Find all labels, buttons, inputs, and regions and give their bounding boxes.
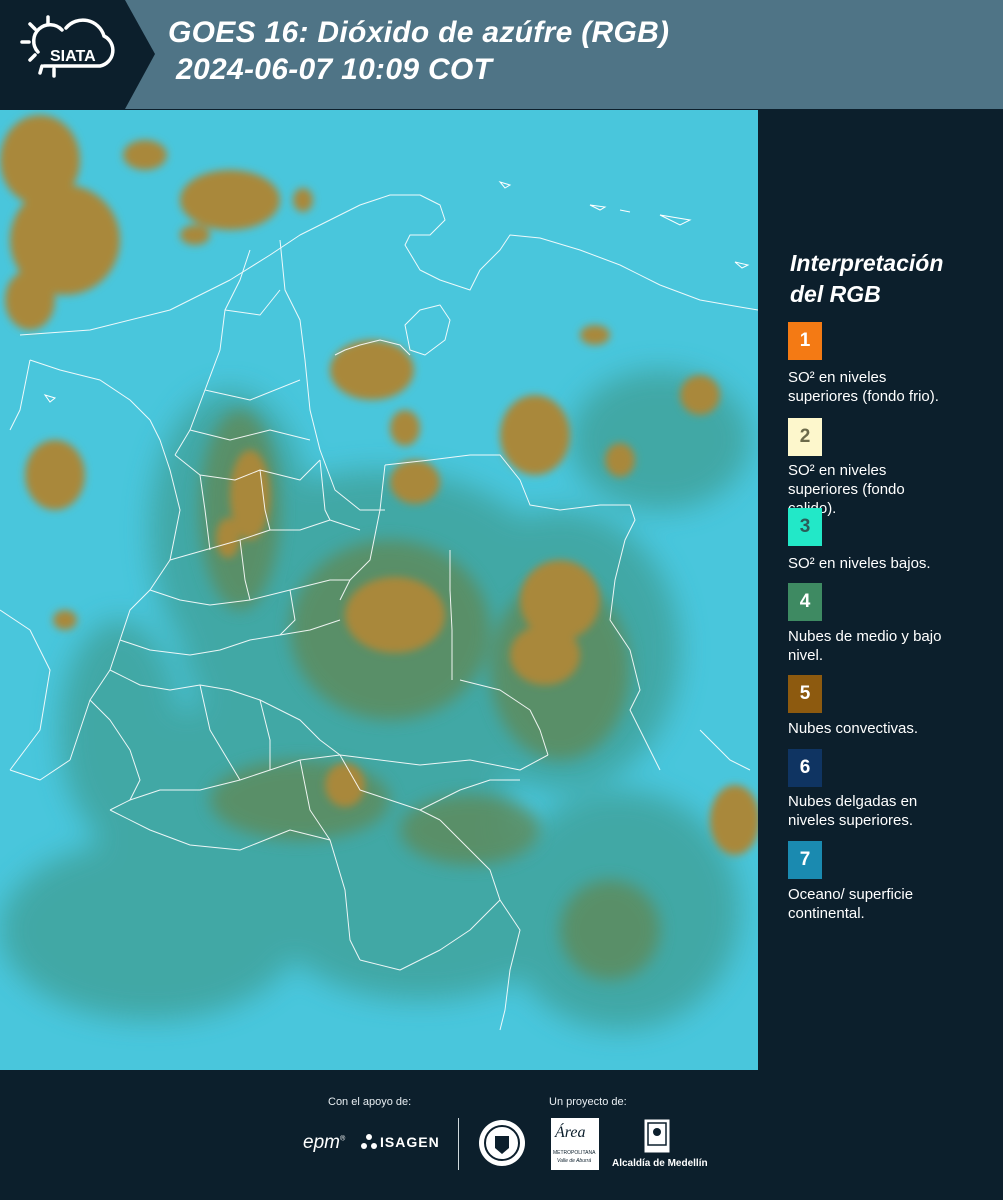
legend-swatch-4: 4 [788,583,822,621]
legend-title-line-2: del RGB [790,281,881,307]
legend-panel: Interpretación del RGB 1 SO² en niveles … [760,110,1003,1070]
legend-swatch-2: 2 [788,418,822,456]
epm-logo-text: epm [303,1132,340,1153]
title-line-1: GOES 16: Dióxido de azúfre (RGB) [168,16,670,49]
legend-desc-6-line-1: Nubes delgadas en [788,793,918,810]
alcaldia-shield-icon [643,1118,671,1154]
legend-number-5: 5 [799,683,811,704]
header: SIATA GOES 16: Dióxido de azúfre (RGB) 2… [0,0,1003,109]
legend-desc-5-line-1: Nubes convectivas. [788,720,919,737]
isagen-logo: ISAGEN [380,1134,440,1150]
alcaldia-logo-text: Alcaldía de Medellín [612,1158,708,1169]
legend-number-6: 6 [799,757,811,778]
legend-desc-7-line-1: Oceano/ superficie [788,886,914,903]
legend-number-1: 1 [799,330,811,351]
isagen-icon [361,1134,377,1149]
legend-number-7: 7 [799,849,811,870]
title-line-2: 2024-06-07 10:09 COT [176,53,493,86]
footer: Con el apoyo de: Un proyecto de: epm® IS… [0,1070,1003,1200]
legend-number-3: 3 [799,516,811,537]
legend-desc-7-line-2: continental. [788,905,865,922]
legend-desc-1: SO² en niveles superiores (fondo frio). [788,368,993,406]
legend-swatch-6: 6 [788,749,822,787]
area-logo-sub2: Valle de Aburrá [557,1158,592,1164]
legend-desc-2-line-2: superiores (fondo [788,481,905,498]
legend-number-4: 4 [799,591,811,612]
area-metropolitana-logo: Área METROPOLITANA Valle de Aburrá [551,1118,599,1170]
support-label: Con el apoyo de: [328,1096,412,1108]
siata-logo: SIATA [0,0,155,109]
legend-desc-5: Nubes convectivas. [788,719,993,738]
satellite-map [0,110,758,1070]
legend-swatch-1: 1 [788,322,822,360]
project-label: Un proyecto de: [549,1096,627,1108]
legend-swatch-5: 5 [788,675,822,713]
medellin-seal-icon [479,1120,525,1166]
legend-swatch-3: 3 [788,508,822,546]
legend-desc-4: Nubes de medio y bajo nivel. [788,627,993,665]
legend-desc-1-line-1: SO² en niveles [788,369,887,386]
legend-desc-6-line-2: niveles superiores. [788,812,914,829]
legend-desc-3: SO² en niveles bajos. [788,554,993,573]
page-title: GOES 16: Dióxido de azúfre (RGB) 2024-06… [168,14,669,88]
area-logo-sub: METROPOLITANA [553,1150,596,1156]
legend-desc-7: Oceano/ superficie continental. [788,885,993,923]
legend-swatch-7: 7 [788,841,822,879]
legend-desc-3-line-1: SO² en niveles bajos. [788,555,931,572]
siata-logo-text: SIATA [50,48,96,65]
legend-desc-2-line-1: SO² en niveles [788,462,887,479]
legend-title-line-1: Interpretación [790,250,944,276]
legend-desc-6: Nubes delgadas en niveles superiores. [788,792,993,830]
legend-desc-4-line-2: nivel. [788,647,824,664]
legend-desc-4-line-1: Nubes de medio y bajo [788,628,942,645]
epm-logo: epm® [303,1132,346,1153]
area-logo-text: Área [555,1124,586,1141]
footer-divider [458,1118,459,1170]
legend-title: Interpretación del RGB [790,248,943,310]
legend-number-2: 2 [799,426,811,447]
legend-desc-1-line-2: superiores (fondo frio). [788,388,939,405]
